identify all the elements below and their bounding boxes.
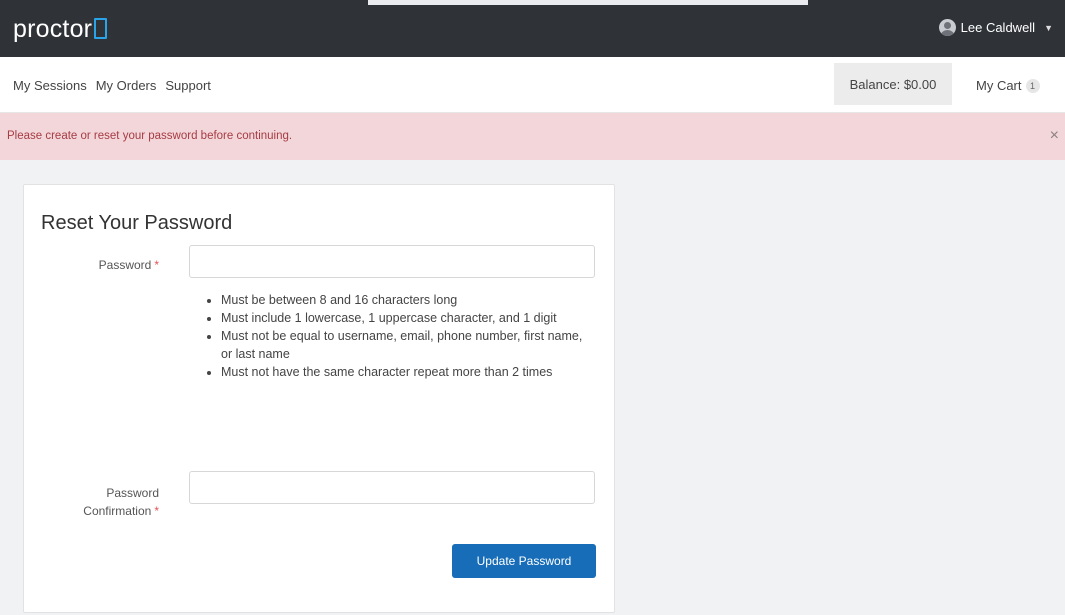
password-rule: Must be between 8 and 16 characters long [221,291,593,309]
password-rule: Must not have the same character repeat … [221,363,593,381]
nav-link-support[interactable]: Support [165,78,211,93]
reset-password-card: Reset Your Password Password* Must be be… [23,184,615,613]
required-marker: * [154,504,159,518]
alert-message: Please create or reset your password bef… [7,130,293,142]
header-strip [368,0,808,5]
password-confirmation-label: Password Confirmation * [24,484,159,520]
password-rules: Must be between 8 and 16 characters long… [189,291,593,381]
avatar-icon [938,19,956,36]
update-password-button[interactable]: Update Password [452,544,596,578]
logo-mark-icon [94,18,108,39]
close-icon[interactable]: × [1050,127,1059,145]
cart-label: My Cart [976,78,1022,93]
password-rule: Must include 1 lowercase, 1 uppercase ch… [221,309,593,327]
password-confirmation-input[interactable] [189,471,595,504]
user-name: Lee Caldwell [960,20,1036,35]
cart-link[interactable]: My Cart 1 [976,78,1040,93]
logo-text: proctor [13,15,93,43]
chevron-down-icon: ▼ [1044,22,1053,33]
cart-count-badge: 1 [1025,78,1040,93]
password-alert: Please create or reset your password bef… [0,113,1065,160]
nav-links: My Sessions My Orders Support [13,78,211,93]
password-rule: Must not be equal to username, email, ph… [221,327,593,363]
top-header: proctor Lee Caldwell ▼ [0,0,1065,57]
page-title: Reset Your Password [41,212,233,234]
password-input[interactable] [189,245,595,278]
nav-link-my-sessions[interactable]: My Sessions [13,78,87,93]
password-label: Password * [24,258,159,272]
password-label-text: Password [98,258,152,272]
logo[interactable]: proctor [13,15,108,44]
nav-link-my-orders[interactable]: My Orders [96,78,157,93]
required-marker: * [154,258,159,272]
confirmation-label-line1: Password [106,486,159,500]
balance-display[interactable]: Balance: $0.00 [834,63,952,105]
confirmation-label-line2: Confirmation [83,504,152,518]
user-menu[interactable]: Lee Caldwell ▼ [938,19,1053,36]
